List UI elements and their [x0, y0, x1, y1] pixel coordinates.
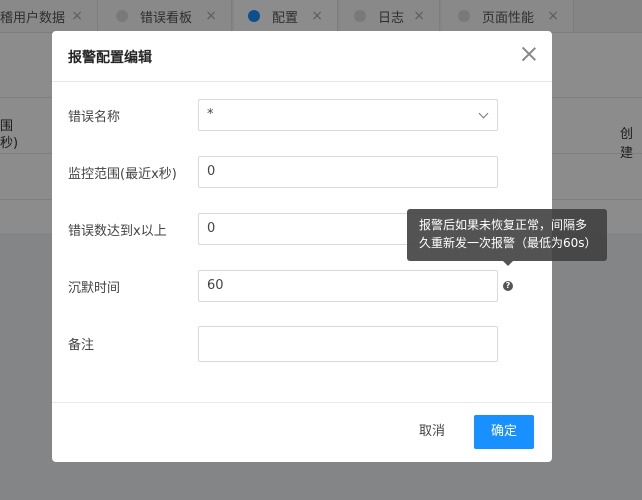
tooltip-line: 报警后如果未恢复正常，间隔多	[419, 218, 588, 232]
close-icon[interactable]	[522, 47, 536, 61]
threshold-label: 错误数达到x以上	[68, 224, 167, 239]
silence-value: 60	[207, 278, 224, 293]
question-icon[interactable]: ?	[503, 281, 513, 291]
note-label: 备注	[68, 338, 95, 353]
tooltip-line: 久重新发一次报警（最低为60s）	[419, 236, 597, 250]
threshold-value: 0	[207, 221, 216, 236]
note-textarea[interactable]	[198, 326, 498, 362]
range-input[interactable]: 0	[198, 156, 498, 188]
silence-label: 沉默时间	[68, 281, 121, 296]
silence-input[interactable]: 60	[198, 270, 498, 302]
divider	[52, 402, 552, 403]
range-label: 监控范围(最近x秒)	[68, 167, 177, 182]
modal-title: 报警配置编辑	[68, 50, 152, 66]
error-name-label: 错误名称	[68, 110, 121, 125]
cancel-button[interactable]: 取消	[410, 415, 454, 449]
alert-config-modal: 报警配置编辑 错误名称 * 监控范围(最近x秒) 0 错误数达到x以上 0 沉默…	[52, 31, 607, 462]
error-name-value: *	[207, 107, 214, 122]
range-value: 0	[207, 164, 216, 179]
confirm-button[interactable]: 确定	[474, 415, 534, 449]
chevron-down-icon	[478, 108, 489, 119]
error-name-select[interactable]: *	[198, 99, 498, 131]
modal-header: 报警配置编辑	[52, 31, 552, 82]
silence-tooltip: 报警后如果未恢复正常，间隔多 久重新发一次报警（最低为60s）	[407, 209, 607, 266]
